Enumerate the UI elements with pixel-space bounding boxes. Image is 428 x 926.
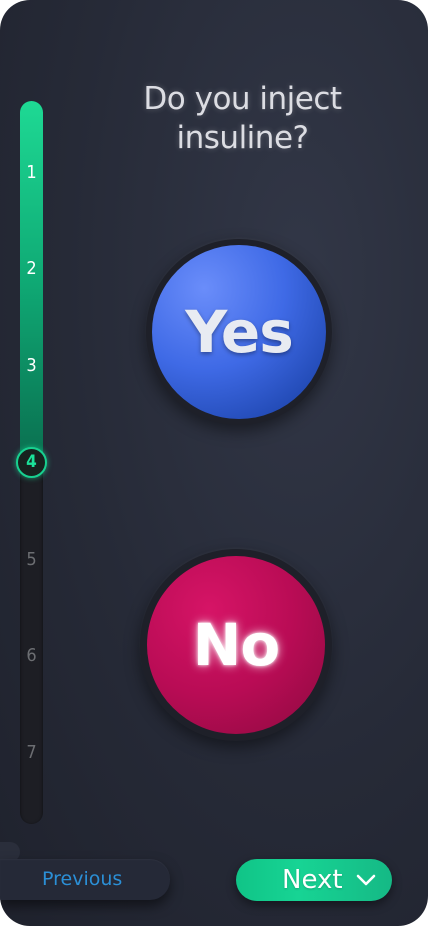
yes-button[interactable]: Yes bbox=[152, 245, 326, 419]
step-5[interactable]: 5 bbox=[20, 550, 43, 570]
step-4-current[interactable]: 4 bbox=[16, 447, 47, 478]
question-title: Do you inject insuline? bbox=[115, 80, 370, 158]
yes-label: Yes bbox=[185, 298, 294, 366]
next-button[interactable]: Next bbox=[236, 859, 392, 901]
question-line-2: insuline? bbox=[176, 120, 309, 156]
screen: 1 2 3 4 5 6 7 Do you inject insuline? Ye… bbox=[0, 0, 428, 926]
progress-fill bbox=[20, 101, 43, 463]
no-label: No bbox=[192, 611, 280, 679]
previous-button[interactable]: Previous bbox=[0, 859, 170, 900]
next-label: Next bbox=[282, 865, 343, 895]
question-line-1: Do you inject bbox=[143, 81, 342, 117]
step-2[interactable]: 2 bbox=[20, 259, 43, 279]
step-6[interactable]: 6 bbox=[20, 646, 43, 666]
chevron-down-icon bbox=[356, 874, 376, 886]
step-1[interactable]: 1 bbox=[20, 163, 43, 183]
step-3[interactable]: 3 bbox=[20, 356, 43, 376]
progress-track: 1 2 3 4 5 6 7 bbox=[16, 101, 47, 824]
no-button[interactable]: No bbox=[147, 556, 325, 734]
step-7[interactable]: 7 bbox=[20, 743, 43, 763]
previous-label: Previous bbox=[42, 868, 123, 890]
